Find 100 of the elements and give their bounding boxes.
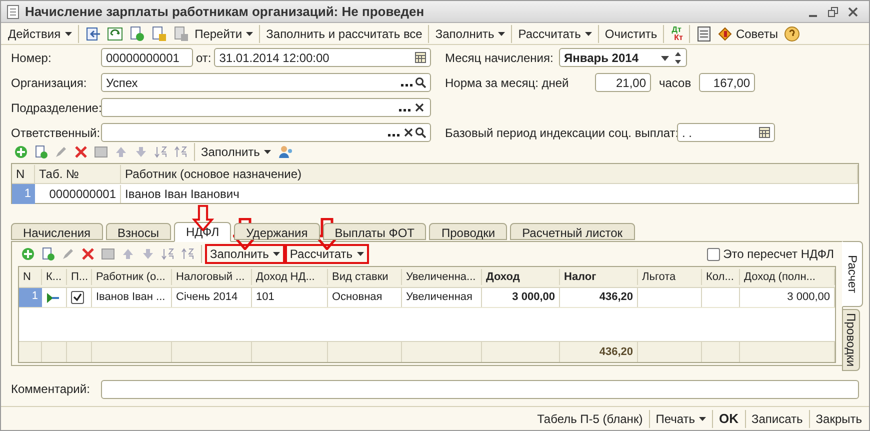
field-label: Норма за месяц: дней — [445, 76, 569, 90]
search-icon[interactable] — [415, 127, 426, 138]
add-icon[interactable] — [21, 247, 35, 261]
save-icon[interactable] — [94, 145, 108, 159]
tab[interactable]: Выплаты ФОТ — [322, 223, 426, 240]
column-header: N — [19, 268, 42, 286]
tips-icon — [718, 26, 732, 40]
base-period-field[interactable]: . . — [677, 123, 775, 142]
column-header: Налог — [560, 268, 638, 286]
people-icon[interactable] — [278, 145, 294, 159]
column-header: Доход НД... — [252, 268, 328, 286]
comment-field[interactable] — [101, 380, 859, 398]
footer-button[interactable]: Табель П-5 (бланк) — [534, 410, 646, 428]
add-icon[interactable] — [14, 145, 28, 159]
days-field[interactable]: 21,00 — [595, 73, 651, 92]
caret-icon — [498, 32, 506, 36]
column-header: Таб. № — [35, 164, 121, 182]
print-button[interactable]: Печать — [652, 410, 709, 428]
caret-icon — [356, 252, 364, 256]
flag-icon — [46, 292, 60, 302]
column-header: К... — [42, 268, 67, 286]
checkbox-label: Это пересчет НДФЛ — [723, 246, 834, 263]
table-cell-text: Іванов Іван Іванович — [124, 186, 240, 203]
dt-kt-button[interactable]: Дт Кт — [667, 26, 686, 42]
organization-field[interactable]: Успех — [101, 73, 431, 92]
tab[interactable]: Проводки — [429, 223, 508, 240]
menu-button[interactable]: Действия — [5, 24, 75, 42]
search-icon[interactable] — [415, 77, 426, 88]
total-cell: 436,20 — [560, 342, 638, 362]
side-tab[interactable]: Проводки — [842, 309, 860, 371]
toolbar-button[interactable]: Заполнить и рассчитать все — [263, 24, 426, 42]
caret-icon — [246, 32, 254, 36]
sort-icon[interactable] — [181, 247, 195, 261]
checkbox[interactable] — [71, 291, 84, 304]
table-cell: Січень 2014 — [172, 288, 252, 307]
sort-icon[interactable] — [154, 145, 168, 159]
month-field[interactable]: Январь 2014 — [559, 48, 687, 67]
table-cell: 3 000,00 — [482, 288, 560, 307]
menu-button[interactable]: Перейти — [192, 24, 256, 42]
table-cell: 436,20 — [560, 288, 638, 307]
responsible-field[interactable] — [101, 123, 431, 142]
tab[interactable]: Взносы — [106, 223, 171, 240]
edit-icon[interactable] — [54, 145, 68, 159]
caret-icon — [264, 150, 271, 154]
fill-button[interactable]: Заполнить — [205, 244, 285, 264]
footer-button[interactable]: Записать — [748, 410, 806, 428]
clear-icon[interactable] — [415, 103, 424, 112]
tab[interactable]: Начисления — [11, 223, 103, 240]
save-icon[interactable] — [101, 247, 115, 261]
number-field[interactable]: 00000000001 — [101, 48, 193, 67]
column-header: П... — [67, 268, 92, 286]
caret-icon — [64, 32, 72, 36]
footer-button[interactable]: OK — [716, 408, 742, 428]
clear-icon[interactable] — [404, 128, 413, 137]
copy-icon[interactable] — [34, 145, 48, 159]
delete-icon[interactable] — [81, 247, 95, 261]
spinner-icon[interactable] — [674, 50, 682, 64]
column-header: Работник (о... — [92, 268, 172, 286]
menu-button[interactable]: Рассчитать — [515, 24, 595, 42]
checkbox[interactable] — [707, 248, 720, 260]
date-field[interactable]: 31.01.2014 12:00:00 — [214, 48, 431, 67]
table-cell: 0000000001 — [35, 185, 121, 203]
sort-icon[interactable] — [161, 247, 175, 261]
ellipsis-icon[interactable] — [388, 134, 400, 138]
menu-button[interactable]: Заполнить — [432, 24, 508, 42]
department-field[interactable] — [101, 98, 431, 117]
table-row[interactable]: 1 0000000001 Іванов Іван Іванович — [12, 184, 858, 204]
close-icon[interactable] — [847, 6, 859, 18]
tips-button[interactable]: Советы — [714, 24, 781, 42]
table-cell: Основная — [328, 288, 402, 307]
table-cell: 3 000,00 — [740, 288, 835, 307]
tab[interactable]: Расчетный листок — [510, 223, 635, 240]
column-header: Вид ставки — [328, 268, 402, 286]
toolbar-button[interactable]: Очистить — [602, 24, 660, 42]
ellipsis-icon[interactable] — [399, 108, 411, 112]
table-cell: 101 — [252, 288, 328, 307]
tab[interactable]: Удержания — [234, 223, 320, 240]
caret-icon — [584, 32, 592, 36]
side-tab[interactable]: Расчет — [842, 241, 863, 307]
tab[interactable]: НДФЛ — [174, 222, 232, 242]
calendar-icon[interactable] — [759, 127, 770, 138]
copy-icon[interactable] — [41, 247, 55, 261]
edit-icon[interactable] — [61, 247, 75, 261]
table-cell: 1 — [19, 288, 42, 307]
fill-button[interactable]: Заполнить — [198, 143, 274, 161]
hours-field[interactable]: 167,00 — [699, 73, 756, 92]
field-label: Подразделение: — [11, 100, 102, 114]
table-row[interactable]: 1 Іванов Іван ... Січень 2014 101 Основная Увеличенная 3 000,00 436,20 3 000,00 — [19, 288, 835, 308]
caret-icon — [272, 252, 280, 256]
sort-icon[interactable] — [174, 145, 188, 159]
field-label: Организация: — [11, 76, 87, 90]
calendar-icon[interactable] — [415, 52, 426, 63]
footer-button[interactable]: Закрыть — [812, 410, 865, 428]
window-title: Начисление зарплаты работникам организаций: Не проведен — [25, 2, 426, 21]
restore-icon[interactable] — [827, 6, 839, 18]
delete-icon[interactable] — [74, 145, 88, 159]
calculate-button[interactable]: Рассчитать — [284, 244, 369, 264]
column-header: Работник (основое назначение) — [121, 164, 858, 182]
field-label: часов — [659, 74, 692, 92]
ellipsis-icon[interactable] — [401, 84, 413, 88]
